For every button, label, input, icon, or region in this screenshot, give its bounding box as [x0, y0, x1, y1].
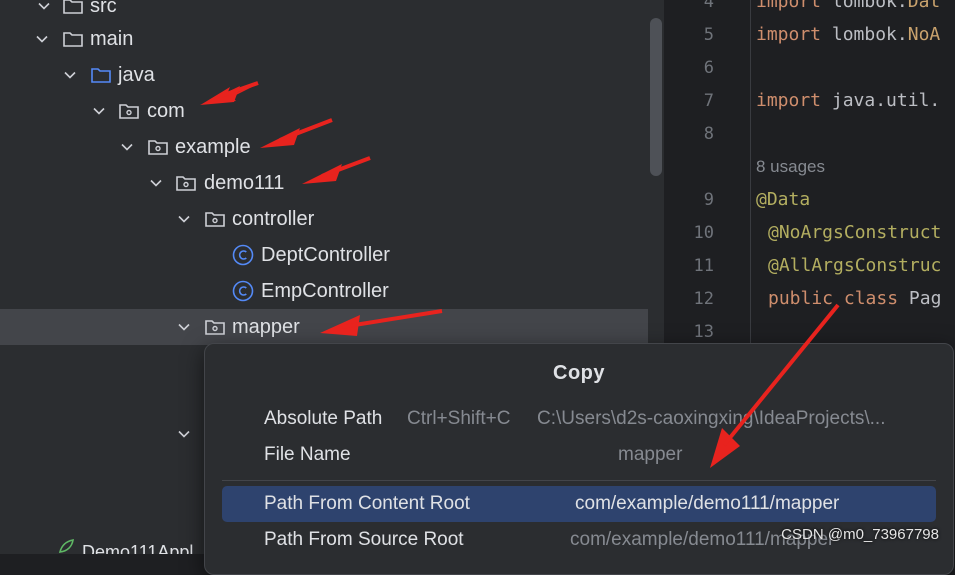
line-number: 7: [703, 91, 714, 111]
line-number: 11: [693, 256, 714, 276]
tree-item-java[interactable]: java: [0, 57, 648, 93]
class-icon: [232, 244, 254, 266]
watermark: CSDN @m0_73967798: [781, 526, 939, 543]
line-number: 5: [703, 25, 714, 45]
code-line: @Data: [756, 189, 811, 210]
tree-item-com[interactable]: com: [0, 93, 648, 129]
tree-item-controller[interactable]: controller: [0, 201, 648, 237]
line-number: 13: [693, 322, 714, 342]
tree-item-label: com: [147, 99, 185, 122]
tree-item-label: EmpController: [261, 279, 389, 302]
package-icon: [118, 100, 140, 122]
tree-item-mapper[interactable]: mapper: [0, 309, 648, 345]
folder-icon: [62, 28, 84, 50]
chevron-down-icon[interactable]: [117, 137, 137, 157]
menu-item-label: Path From Content Root: [264, 493, 470, 514]
code-line: import java.util.: [756, 90, 941, 111]
tree-item-dept-controller[interactable]: DeptController: [0, 237, 648, 273]
line-number: 8: [703, 124, 714, 144]
spring-app-icon: [56, 536, 76, 554]
tree-scrollbar[interactable]: [650, 18, 662, 176]
tree-item-demo111-application[interactable]: Demo111Appl: [0, 534, 204, 554]
tree-item-label: Demo111Appl: [82, 542, 194, 554]
folder-icon: [62, 0, 84, 17]
tree-item-label: mapper: [232, 315, 300, 338]
chevron-down-icon[interactable]: [174, 209, 194, 229]
usages-hint[interactable]: 8 usages: [756, 157, 825, 177]
tree-item-emp-controller[interactable]: EmpController: [0, 273, 648, 309]
code-line: @NoArgsConstruct: [768, 222, 942, 243]
chevron-down-icon[interactable]: [60, 65, 80, 85]
menu-item-path-from-content-root[interactable]: Path From Content Root com/example/demo1…: [222, 486, 936, 522]
code-line: import lombok.NoA: [756, 24, 941, 45]
menu-separator: [222, 480, 936, 481]
tree-item-main[interactable]: main: [0, 21, 648, 57]
menu-item-label: Path From Source Root: [264, 529, 464, 550]
tree-item-label: controller: [232, 207, 315, 230]
menu-item-value: com/example/demo111/mapper: [575, 493, 840, 514]
package-icon: [175, 172, 197, 194]
popup-title: Copy: [553, 362, 605, 384]
package-icon: [204, 208, 226, 230]
line-number: 12: [693, 289, 714, 309]
tree-item-example[interactable]: example: [0, 129, 648, 165]
menu-item-absolute-path[interactable]: Absolute Path Ctrl+Shift+C C:\Users\d2s-…: [222, 401, 936, 437]
code-line: import lombok.Dat: [756, 0, 941, 12]
menu-item-file-name[interactable]: File Name mapper: [222, 437, 936, 473]
menu-item-shortcut: Ctrl+Shift+C: [407, 408, 511, 429]
chevron-down-icon[interactable]: [146, 173, 166, 193]
chevron-down-icon[interactable]: [34, 0, 54, 16]
chevron-down-icon[interactable]: [174, 424, 194, 444]
package-icon: [204, 316, 226, 338]
menu-item-value: mapper: [618, 444, 683, 465]
class-icon: [232, 280, 254, 302]
tree-item-label: demo111: [204, 171, 285, 194]
tree-item-label: main: [90, 27, 134, 50]
tree-item-label: src: [90, 0, 117, 17]
code-line: @AllArgsConstruc: [768, 255, 942, 276]
line-number: 4: [703, 0, 714, 12]
chevron-down-icon[interactable]: [32, 29, 52, 49]
line-number: 10: [693, 223, 714, 243]
tree-item-label: DeptController: [261, 243, 390, 266]
code-line: public class Pag: [768, 288, 942, 309]
tree-item-demo111[interactable]: demo111: [0, 165, 648, 201]
tree-item-label: java: [118, 63, 155, 86]
menu-item-label: Absolute Path: [264, 408, 383, 429]
tree-item-label: example: [175, 135, 251, 158]
chevron-down-icon[interactable]: [174, 317, 194, 337]
chevron-down-icon[interactable]: [89, 101, 109, 121]
line-number: 6: [703, 58, 714, 78]
menu-item-value: C:\Users\d2s-caoxingxing\IdeaProjects\..…: [537, 408, 886, 429]
package-icon: [147, 136, 169, 158]
menu-item-label: File Name: [264, 444, 351, 465]
line-number: 9: [703, 190, 714, 210]
source-folder-icon: [90, 64, 112, 86]
